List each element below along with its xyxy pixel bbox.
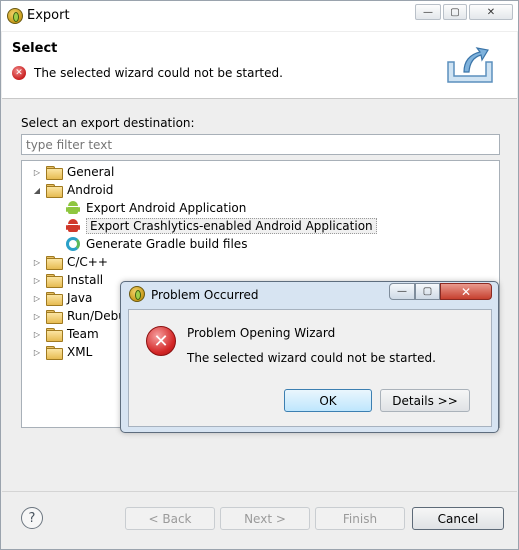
tree-item-label: Export Android Application: [86, 201, 247, 215]
finish-button[interactable]: Finish: [315, 507, 405, 530]
page-title: Select: [12, 41, 58, 56]
folder-icon: [46, 256, 63, 270]
title-bar: Export — ▢ ✕: [1, 1, 518, 31]
tree-item-general[interactable]: ▷ General: [32, 163, 114, 181]
tree-item-export-crashlytics-app[interactable]: Export Crashlytics-enabled Android Appli…: [66, 217, 377, 235]
gradle-icon: [66, 237, 80, 251]
next-button[interactable]: Next >: [220, 507, 310, 530]
tree-item-label: Install: [67, 273, 104, 287]
dialog-heading: Problem Opening Wizard: [187, 326, 336, 340]
maximize-button[interactable]: ▢: [443, 4, 467, 20]
tree-item-team[interactable]: ▷ Team: [32, 325, 99, 343]
expand-arrow-icon[interactable]: ▷: [32, 330, 42, 339]
tree-item-java[interactable]: ▷ Java: [32, 289, 92, 307]
tree-item-label: C/C++: [67, 255, 108, 269]
collapse-arrow-icon[interactable]: ◢: [32, 186, 42, 195]
problem-dialog: Problem Occurred — ▢ ✕ ✕ Problem Opening…: [120, 281, 499, 433]
expand-arrow-icon[interactable]: ▷: [32, 276, 42, 285]
expand-arrow-icon[interactable]: ▷: [32, 294, 42, 303]
crashlytics-android-icon: [66, 219, 80, 233]
expand-arrow-icon[interactable]: ▷: [32, 258, 42, 267]
tree-item-label: Team: [67, 327, 99, 341]
tree-item-xml[interactable]: ▷ XML: [32, 343, 92, 361]
android-icon: [66, 201, 80, 215]
tree-item-label: XML: [67, 345, 93, 359]
ok-button[interactable]: OK: [284, 389, 372, 412]
minimize-button[interactable]: —: [415, 4, 441, 20]
tree-item-label: Java: [67, 291, 93, 305]
dialog-message: The selected wizard could not be started…: [187, 351, 436, 365]
folder-icon: [46, 166, 63, 180]
export-banner-icon: [447, 47, 493, 83]
export-window: Export — ▢ ✕ Select ✕ The selected wizar…: [0, 0, 519, 550]
dialog-maximize-button[interactable]: ▢: [415, 283, 440, 300]
eclipse-app-icon: [129, 286, 145, 302]
folder-icon: [46, 274, 63, 288]
header-error-message: The selected wizard could not be started…: [34, 66, 283, 80]
tree-item-android[interactable]: ◢ Android: [32, 181, 113, 199]
eclipse-app-icon: [7, 8, 23, 24]
tree-item-rundebug[interactable]: ▷ Run/Debug: [32, 307, 134, 325]
cancel-button[interactable]: Cancel: [412, 507, 504, 530]
tree-item-label: Android: [67, 183, 114, 197]
details-button[interactable]: Details >>: [380, 389, 470, 412]
wizard-header: Select ✕ The selected wizard could not b…: [2, 32, 517, 99]
window-title: Export: [27, 8, 70, 23]
tree-item-cpp[interactable]: ▷ C/C++: [32, 253, 108, 271]
folder-icon: [46, 292, 63, 306]
tree-item-label-selected: Export Crashlytics-enabled Android Appli…: [86, 218, 377, 234]
dialog-body: ✕ Problem Opening Wizard The selected wi…: [128, 309, 492, 427]
help-icon[interactable]: ?: [21, 507, 43, 529]
expand-arrow-icon[interactable]: ▷: [32, 312, 42, 321]
filter-input[interactable]: [21, 134, 500, 155]
expand-arrow-icon[interactable]: ▷: [32, 348, 42, 357]
expand-arrow-icon[interactable]: ▷: [32, 168, 42, 177]
folder-open-icon: [46, 184, 63, 198]
folder-icon: [46, 346, 63, 360]
folder-icon: [46, 328, 63, 342]
error-icon: ✕: [12, 66, 26, 80]
destination-label: Select an export destination:: [21, 116, 195, 130]
dialog-close-button[interactable]: ✕: [440, 283, 492, 300]
dialog-title: Problem Occurred: [151, 288, 259, 302]
tree-item-label: Generate Gradle build files: [86, 237, 248, 251]
error-icon: ✕: [146, 326, 176, 356]
tree-item-label: General: [67, 165, 115, 179]
dialog-minimize-button[interactable]: —: [389, 283, 415, 300]
close-button[interactable]: ✕: [469, 4, 513, 20]
folder-icon: [46, 310, 63, 324]
button-bar-separator: [2, 491, 517, 492]
back-button[interactable]: < Back: [125, 507, 215, 530]
tree-item-install[interactable]: ▷ Install: [32, 271, 103, 289]
tree-item-export-android-app[interactable]: Export Android Application: [66, 199, 246, 217]
tree-item-generate-gradle[interactable]: Generate Gradle build files: [66, 235, 247, 253]
